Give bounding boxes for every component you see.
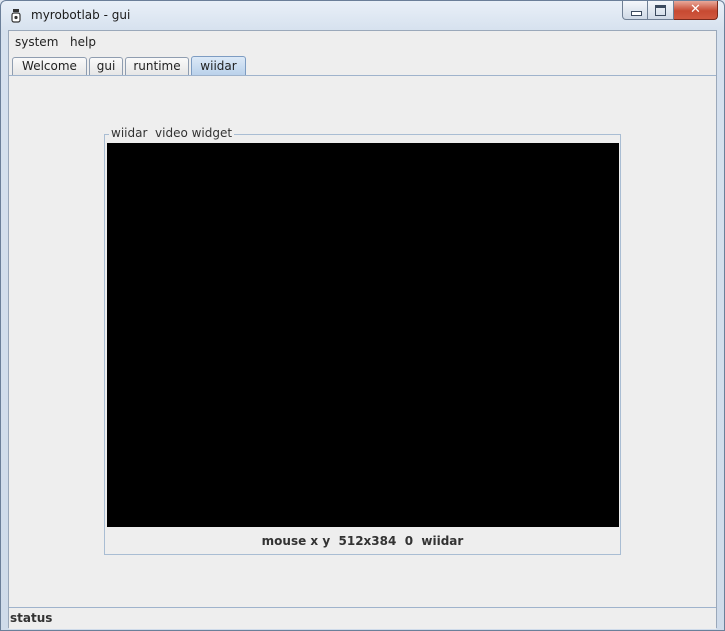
menu-bar: system help xyxy=(9,31,716,53)
minimize-button[interactable] xyxy=(622,1,648,20)
tab-welcome[interactable]: Welcome xyxy=(12,57,87,75)
maximize-button[interactable] xyxy=(648,1,674,20)
video-display[interactable] xyxy=(107,143,619,527)
client-area: system help Welcome gui runtime wiidar w… xyxy=(8,30,717,629)
status-bar: status xyxy=(9,607,716,629)
tab-runtime[interactable]: runtime xyxy=(125,57,189,75)
tab-content-wiidar: wiidar video widget mouse x y 512x384 0 … xyxy=(9,75,716,607)
video-widget-legend: wiidar video widget xyxy=(109,126,235,140)
minimize-icon xyxy=(631,11,642,16)
menu-help[interactable]: help xyxy=(70,35,96,49)
mouse-coordinates-label: mouse x y 512x384 0 wiidar xyxy=(261,534,464,548)
tab-strip: Welcome gui runtime wiidar xyxy=(9,55,716,76)
menu-system[interactable]: system xyxy=(15,35,58,49)
maximize-icon xyxy=(655,5,666,16)
close-button[interactable]: ✕ xyxy=(674,1,718,20)
tab-gui[interactable]: gui xyxy=(89,57,123,75)
tab-wiidar[interactable]: wiidar xyxy=(191,56,246,76)
video-widget-panel: wiidar video widget mouse x y 512x384 0 … xyxy=(104,126,621,555)
myrobotlab-app-icon xyxy=(10,8,22,24)
status-text: status xyxy=(10,611,53,625)
window-title: myrobotlab - gui xyxy=(31,8,131,22)
window-controls: ✕ xyxy=(622,1,718,21)
title-bar[interactable]: myrobotlab - gui ✕ xyxy=(1,1,724,31)
close-icon: ✕ xyxy=(690,2,701,17)
app-window: myrobotlab - gui ✕ system help Welcome g… xyxy=(0,0,725,631)
